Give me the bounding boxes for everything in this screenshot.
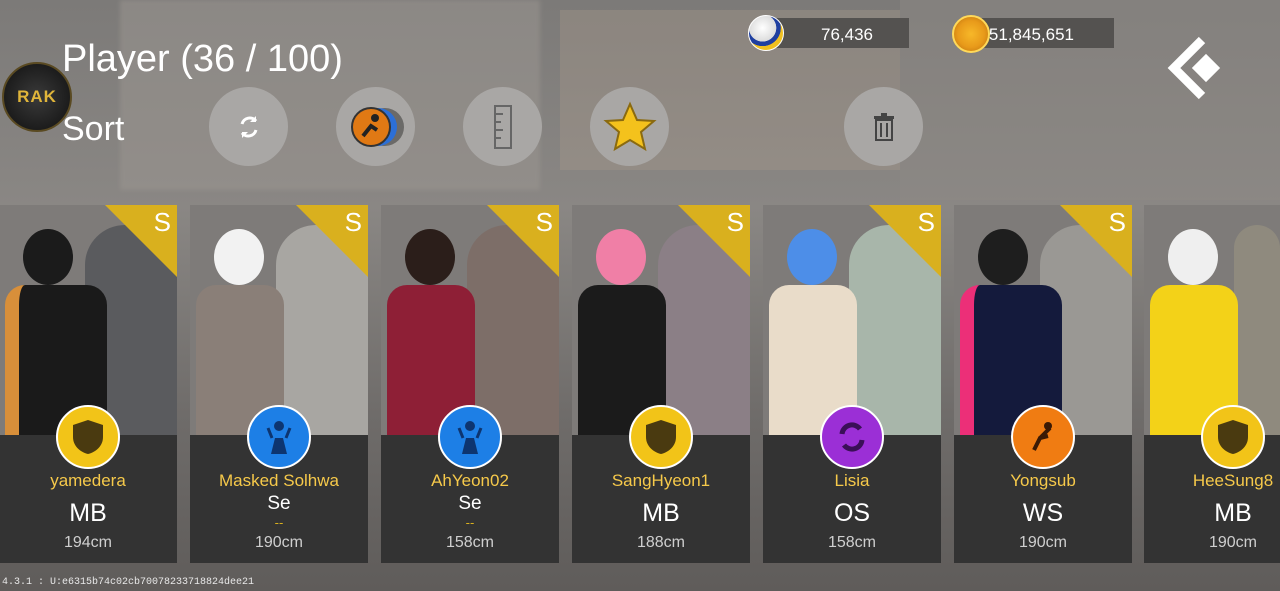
player-height: 190cm bbox=[1018, 534, 1068, 551]
player-card[interactable]: S Lisia OS 158cm bbox=[763, 205, 941, 563]
player-position: Se bbox=[458, 493, 482, 514]
player-height: 194cm bbox=[63, 534, 113, 551]
player-position: Se bbox=[267, 493, 291, 514]
player-position: MB bbox=[642, 499, 680, 527]
rank-label: S bbox=[726, 207, 744, 237]
player-name: SangHyeon1 bbox=[611, 471, 711, 490]
player-name: Masked Solhwa bbox=[218, 471, 339, 490]
player-card[interactable]: S yamedera MB 194cm bbox=[0, 205, 177, 563]
rank-label: S bbox=[917, 207, 935, 237]
rank-label: S bbox=[153, 207, 171, 237]
player-portrait bbox=[1144, 205, 1280, 435]
page-title: Player (36 / 100) bbox=[62, 38, 343, 80]
player-position: MB bbox=[1214, 499, 1252, 527]
gold-coin-icon bbox=[952, 15, 990, 53]
player-name: Lisia bbox=[834, 471, 870, 490]
grade-sort-button[interactable] bbox=[590, 87, 669, 166]
shield-icon bbox=[56, 405, 120, 469]
shield-icon bbox=[1201, 405, 1265, 469]
logo-text: RAK bbox=[17, 87, 57, 106]
shield-icon bbox=[629, 405, 693, 469]
player-height: 158cm bbox=[445, 534, 495, 551]
trash-icon bbox=[873, 112, 894, 141]
volleyball-currency: 76,436 bbox=[748, 15, 909, 51]
rank-label: S bbox=[1108, 207, 1126, 237]
player-height: 190cm bbox=[254, 534, 304, 551]
player-position: OS bbox=[833, 499, 871, 527]
back-button[interactable] bbox=[1166, 36, 1230, 100]
volleyball-amount: 76,436 bbox=[821, 25, 873, 44]
player-sub: -- bbox=[465, 515, 475, 530]
player-name: HeeSung8 bbox=[1192, 471, 1274, 490]
player-card[interactable]: S Masked Solhwa Se -- 190cm bbox=[190, 205, 368, 563]
player-height: 158cm bbox=[827, 534, 877, 551]
player-card[interactable]: S SangHyeon1 MB 188cm bbox=[572, 205, 750, 563]
player-height: 188cm bbox=[636, 534, 686, 551]
ruler-icon bbox=[493, 104, 512, 149]
player-height: 190cm bbox=[1208, 534, 1258, 551]
player-name: Yongsub bbox=[1010, 471, 1076, 490]
refresh-button[interactable] bbox=[209, 87, 288, 166]
swap-icon bbox=[820, 405, 884, 469]
position-filter-icon bbox=[350, 106, 404, 147]
star-icon bbox=[602, 101, 657, 151]
setter-icon bbox=[438, 405, 502, 469]
volleyball-icon bbox=[748, 15, 784, 51]
rank-label: S bbox=[344, 207, 362, 237]
sort-label: Sort bbox=[62, 110, 125, 148]
gold-currency: 51,845,651 bbox=[952, 15, 1114, 53]
refresh-icon bbox=[240, 115, 257, 138]
position-filter-button[interactable] bbox=[336, 87, 415, 166]
gold-amount: 51,845,651 bbox=[988, 25, 1074, 44]
back-arrow-icon bbox=[1167, 36, 1221, 100]
delete-button[interactable] bbox=[844, 87, 923, 166]
player-list[interactable]: S yamedera MB 194cm S Masked Solhwa Se -… bbox=[0, 205, 1280, 565]
rank-label: S bbox=[535, 207, 553, 237]
player-position: MB bbox=[69, 499, 107, 527]
spiker-icon bbox=[1011, 405, 1075, 469]
player-name: AhYeon02 bbox=[431, 471, 509, 490]
player-card[interactable]: S AhYeon02 Se -- 158cm bbox=[381, 205, 559, 563]
setter-icon bbox=[247, 405, 311, 469]
height-sort-button[interactable] bbox=[463, 87, 542, 166]
player-card[interactable]: HeeSung8 MB 190cm bbox=[1144, 205, 1280, 563]
player-position: WS bbox=[1022, 499, 1064, 527]
version-text: 4.3.1 : U:e6315b74c02cb70078233718824dee… bbox=[2, 577, 255, 588]
player-card[interactable]: S Yongsub WS 190cm bbox=[954, 205, 1132, 563]
player-sub: -- bbox=[274, 515, 284, 530]
player-name: yamedera bbox=[50, 471, 126, 490]
